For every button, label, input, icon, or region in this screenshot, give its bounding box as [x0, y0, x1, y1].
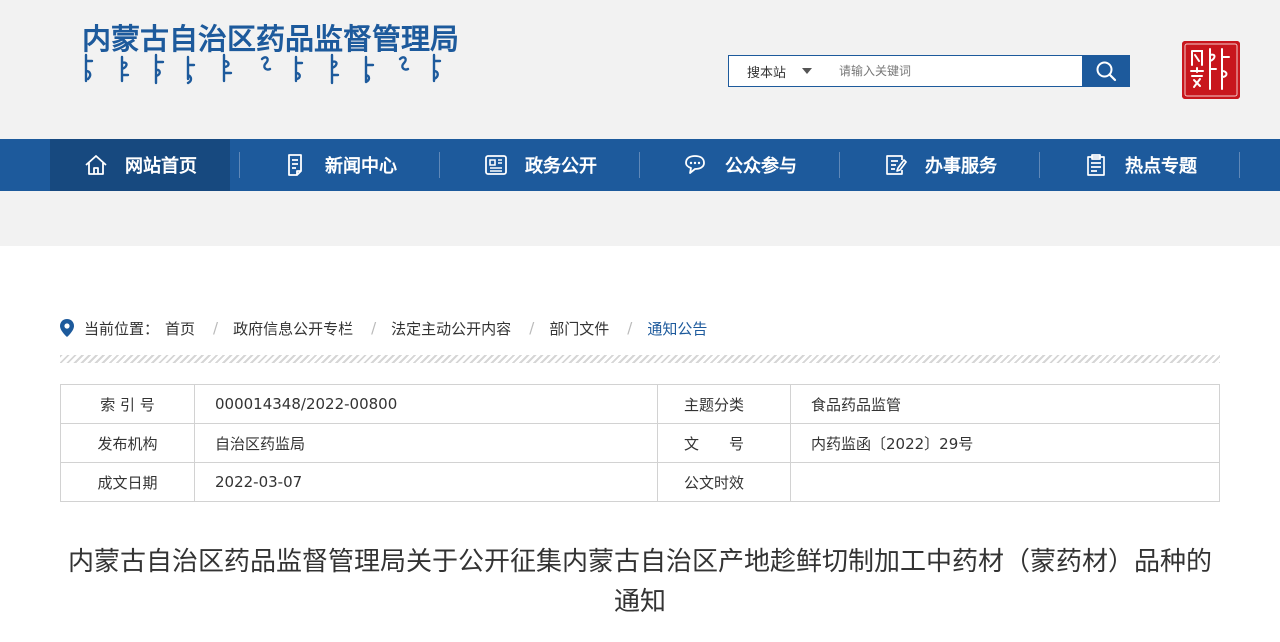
nav-divider	[839, 152, 840, 178]
hatched-divider	[60, 355, 1220, 363]
nav-divider	[439, 152, 440, 178]
newspaper-icon	[483, 152, 509, 178]
search-bar: 搜本站	[728, 55, 1130, 87]
document-icon	[1083, 152, 1109, 178]
info-key: 文 号	[657, 423, 791, 463]
main-nav: 网站首页 新闻中心 政务公开 公众参与 办事服务 热点专题	[0, 139, 1280, 191]
nav-item-home[interactable]: 网站首页	[50, 139, 230, 191]
info-key: 发布机构	[60, 423, 195, 463]
breadcrumb-separator: /	[627, 319, 633, 337]
caret-down-icon	[802, 68, 813, 74]
breadcrumb-link-statutory[interactable]: 法定主动公开内容	[391, 318, 511, 339]
search-scope-label: 搜本站	[747, 65, 787, 81]
home-icon	[83, 152, 109, 178]
nav-label: 热点专题	[1125, 156, 1197, 177]
breadcrumb-separator: /	[529, 319, 535, 337]
search-icon	[1096, 61, 1117, 82]
breadcrumb-link-home[interactable]: 首页	[165, 318, 195, 339]
info-key: 成文日期	[60, 462, 195, 502]
table-row: 发布机构 自治区药监局 文 号 内药监函〔2022〕29号	[60, 423, 1220, 463]
breadcrumb: 当前位置： 首页 / 政府信息公开专栏 / 法定主动公开内容 / 部门文件 / …	[60, 318, 707, 338]
breadcrumb-link-dept-docs[interactable]: 部门文件	[549, 318, 609, 339]
seal-logo	[1182, 41, 1240, 99]
document-info-table: 索 引 号 000014348/2022-00800 主题分类 食品药品监管 发…	[60, 384, 1220, 502]
nav-item-news[interactable]: 新闻中心	[250, 139, 430, 191]
info-value: 自治区药监局	[194, 423, 658, 463]
breadcrumb-link-gov-info[interactable]: 政府信息公开专栏	[233, 318, 353, 339]
nav-divider	[239, 152, 240, 178]
nav-divider	[639, 152, 640, 178]
banner-strip	[0, 191, 1280, 246]
article-title: 内蒙古自治区药品监督管理局关于公开征集内蒙古自治区产地趁鲜切制加工中药材（蒙药材…	[67, 547, 1212, 617]
nav-label: 网站首页	[125, 156, 197, 177]
breadcrumb-separator: /	[213, 319, 219, 337]
nav-label: 新闻中心	[325, 156, 397, 177]
nav-item-hot-topics[interactable]: 热点专题	[1050, 139, 1230, 191]
search-input[interactable]	[827, 56, 1082, 86]
search-scope-dropdown[interactable]: 搜本站	[729, 56, 827, 86]
site-logo-title[interactable]: 内蒙古自治区药品监督管理局	[82, 16, 459, 58]
location-pin-icon	[60, 319, 74, 337]
nav-divider	[1039, 152, 1040, 178]
info-value: 内药监函〔2022〕29号	[790, 423, 1220, 463]
news-icon	[283, 152, 309, 178]
nav-label: 政务公开	[525, 156, 597, 177]
form-icon	[883, 152, 909, 178]
breadcrumb-link-notices[interactable]: 通知公告	[647, 318, 707, 339]
info-value: 2022-03-07	[194, 462, 658, 502]
info-value	[790, 462, 1220, 502]
breadcrumb-separator: /	[371, 319, 377, 337]
nav-item-public-participation[interactable]: 公众参与	[650, 139, 830, 191]
info-value: 000014348/2022-00800	[194, 384, 658, 424]
info-value: 食品药品监管	[790, 384, 1220, 424]
nav-label: 公众参与	[725, 156, 797, 177]
info-key: 公文时效	[657, 462, 791, 502]
info-key: 主题分类	[657, 384, 791, 424]
site-header: 内蒙古自治区药品监督管理局 搜本站	[0, 0, 1280, 139]
info-key: 索 引 号	[60, 384, 195, 424]
table-row: 索 引 号 000014348/2022-00800 主题分类 食品药品监管	[60, 384, 1220, 424]
breadcrumb-label: 当前位置：	[84, 319, 160, 338]
search-button[interactable]	[1082, 55, 1130, 87]
mongolian-script-logo	[84, 53, 442, 85]
chat-icon	[683, 152, 709, 178]
table-row: 成文日期 2022-03-07 公文时效	[60, 462, 1220, 502]
nav-label: 办事服务	[925, 156, 997, 177]
nav-item-services[interactable]: 办事服务	[850, 139, 1030, 191]
nav-item-gov-affairs[interactable]: 政务公开	[450, 139, 630, 191]
nav-divider	[1239, 152, 1240, 178]
